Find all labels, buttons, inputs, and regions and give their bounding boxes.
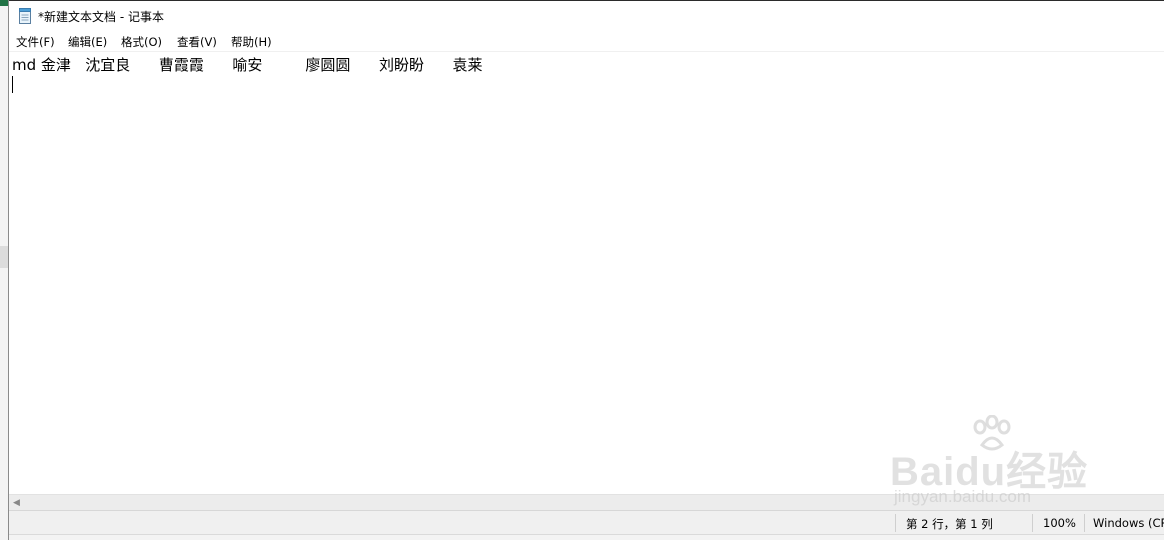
status-separator xyxy=(1084,514,1085,532)
background-selection xyxy=(0,246,8,268)
menu-format[interactable]: 格式(O) xyxy=(121,34,162,50)
encoding: Windows (CR xyxy=(1093,516,1164,530)
text-editor-area[interactable]: md 金津 沈宜良 曹霞霞 喻安 廖圆圆 刘盼盼 袁莱 xyxy=(9,51,1164,495)
title-bar[interactable]: *新建文本文档 - 记事本 xyxy=(9,1,1164,31)
scroll-left-arrow-icon[interactable]: ◀ xyxy=(13,497,20,509)
menu-view[interactable]: 查看(V) xyxy=(177,34,217,50)
menu-bar: 文件(F) 编辑(E) 格式(O) 查看(V) 帮助(H) xyxy=(9,31,1164,51)
background-app-ribbon xyxy=(0,0,8,6)
window-title: *新建文本文档 - 记事本 xyxy=(38,10,164,24)
zoom-level: 100% xyxy=(1043,516,1076,530)
notepad-window: *新建文本文档 - 记事本 文件(F) 编辑(E) 格式(O) 查看(V) 帮助… xyxy=(8,0,1164,540)
window-bottom-edge xyxy=(9,534,1164,540)
screen: *新建文本文档 - 记事本 文件(F) 编辑(E) 格式(O) 查看(V) 帮助… xyxy=(0,0,1164,540)
menu-edit[interactable]: 编辑(E) xyxy=(68,34,107,50)
status-separator xyxy=(895,514,896,532)
status-separator xyxy=(1032,514,1033,532)
text-caret xyxy=(12,76,13,93)
menu-help[interactable]: 帮助(H) xyxy=(231,34,272,50)
notepad-icon xyxy=(19,8,31,24)
editor-text-line[interactable]: md 金津 沈宜良 曹霞霞 喻安 廖圆圆 刘盼盼 袁莱 xyxy=(12,54,483,75)
status-bar: 第 2 行，第 1 列 100% Windows (CR xyxy=(9,510,1164,535)
horizontal-scrollbar[interactable]: ◀ xyxy=(9,494,1164,511)
cursor-position: 第 2 行，第 1 列 xyxy=(906,517,993,531)
menu-file[interactable]: 文件(F) xyxy=(16,34,55,50)
